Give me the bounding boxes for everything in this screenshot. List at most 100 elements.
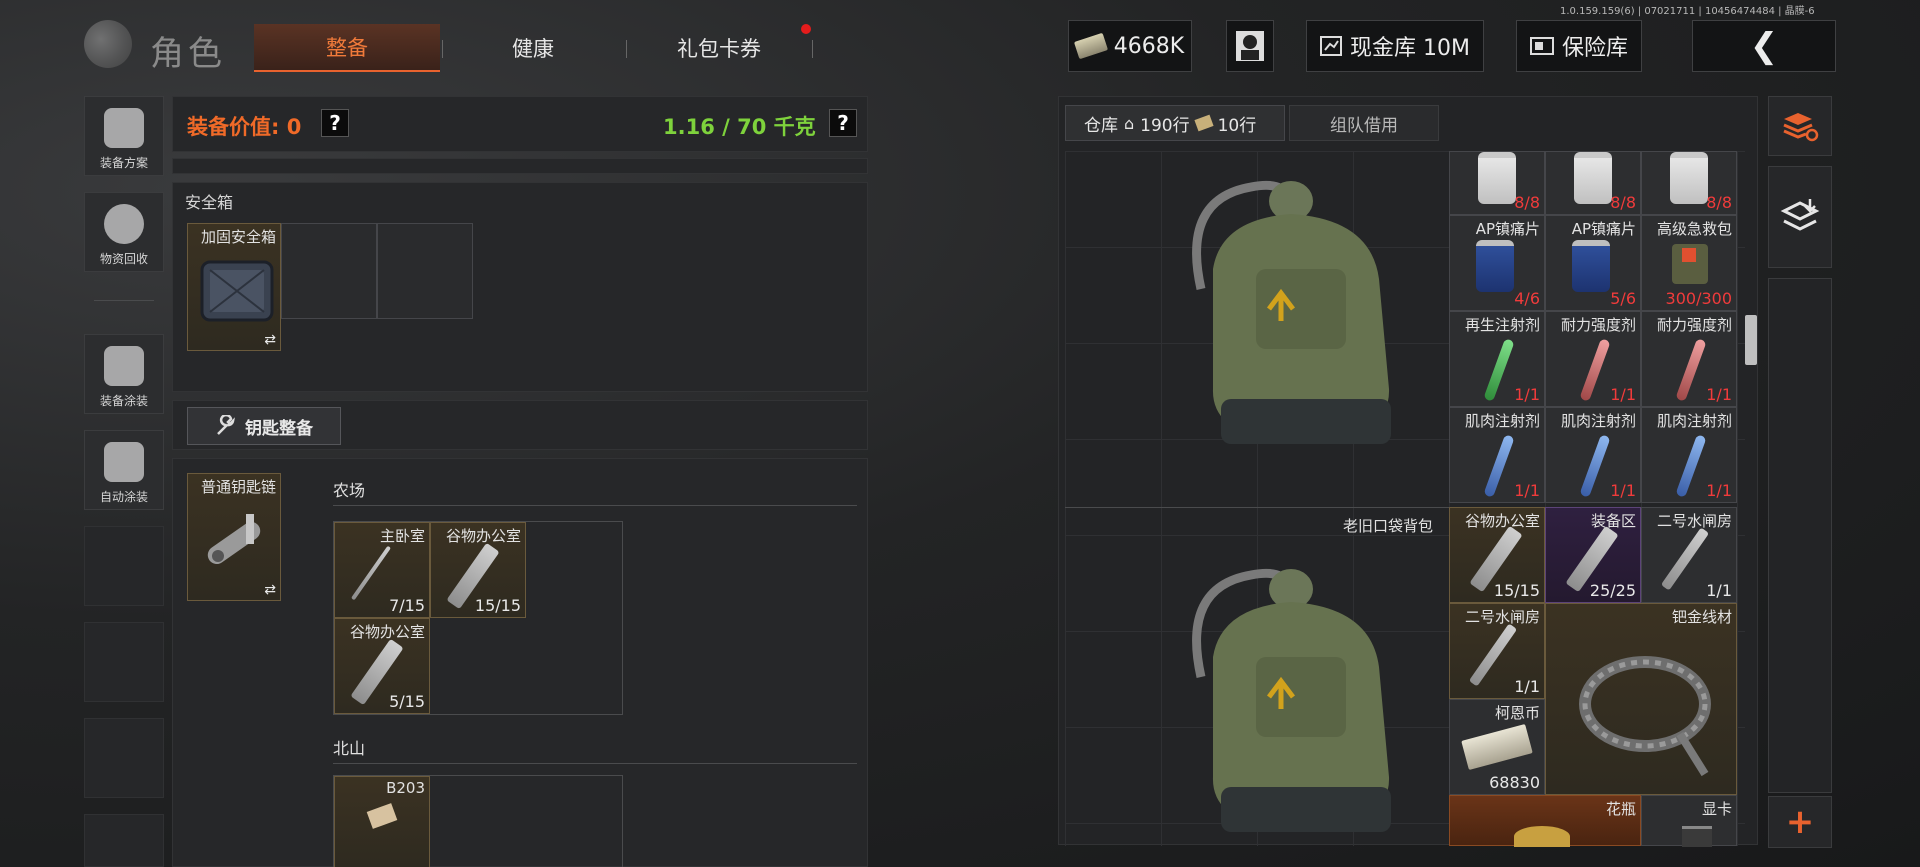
item-name: 二号水闸房 <box>1656 512 1732 530</box>
syringe-icon <box>1483 434 1515 498</box>
item-slot[interactable]: 8/8 <box>1449 151 1545 215</box>
value-help-button[interactable]: ? <box>321 109 349 137</box>
sidebar-item-auto-paint[interactable]: 自动涂装 <box>84 430 164 510</box>
tab-gift-coupons[interactable]: 礼包卡券 <box>626 24 812 72</box>
swap-icon[interactable]: ⇄ <box>264 332 276 348</box>
safe-vault-button[interactable]: 保险库 <box>1516 20 1642 72</box>
key-grid-farm: 主卧室 7/15 谷物办公室 15/15 谷物办公室 5/15 <box>333 521 623 715</box>
item-slot[interactable]: 肌肉注射剂 1/1 <box>1449 407 1545 503</box>
syringe-icon <box>1483 338 1515 402</box>
key-group-label: 农场 <box>333 481 366 500</box>
item-count: 1/1 <box>1610 385 1636 404</box>
back-button[interactable]: ❮ <box>1692 20 1836 72</box>
item-count: 1/1 <box>1514 385 1540 404</box>
key-icon <box>1468 623 1518 687</box>
item-count: 1/1 <box>1610 481 1636 500</box>
key-slot[interactable]: 谷物办公室 15/15 <box>430 522 526 618</box>
item-name: 显卡 <box>1701 800 1732 818</box>
key-group-divider <box>333 505 857 506</box>
tab-health[interactable]: 健康 <box>440 24 626 72</box>
tab-team-borrow[interactable]: 组队借用 <box>1289 105 1439 141</box>
tab-equipment[interactable]: 整备 <box>254 24 440 72</box>
item-slot[interactable]: 二号水闸房 1/1 <box>1641 507 1737 603</box>
safe-vault-label: 保险库 <box>1561 36 1628 61</box>
item-slot[interactable]: 柯恩币 68830 <box>1449 699 1545 795</box>
secure-case-empty-slot[interactable] <box>281 223 377 319</box>
item-name: AP镇痛片 <box>1475 220 1540 238</box>
key-equip-label: 钥匙整备 <box>245 418 313 439</box>
sort-button[interactable] <box>1768 96 1832 156</box>
item-slot[interactable]: 耐力强度剂 1/1 <box>1545 311 1641 407</box>
sidebar-item-paint[interactable]: 装备涂装 <box>84 334 164 414</box>
item-slot[interactable]: 钯金线材 <box>1545 603 1737 795</box>
recycle-face-icon <box>104 204 144 244</box>
item-slot[interactable]: 8/8 <box>1641 151 1737 215</box>
vault-icon <box>1320 36 1342 56</box>
secure-case-empty-slot[interactable] <box>377 223 473 319</box>
item-slot[interactable]: 谷物办公室 15/15 <box>1449 507 1545 603</box>
tool-column-spacer <box>1768 278 1832 793</box>
weight-help-button[interactable]: ? <box>829 109 857 137</box>
key-slot[interactable]: 谷物办公室 5/15 <box>334 618 430 714</box>
wire-coil-icon <box>1579 656 1711 777</box>
item-count: 15/15 <box>1493 581 1540 600</box>
item-slot[interactable]: 二号水闸房 1/1 <box>1449 603 1545 699</box>
agent-button[interactable] <box>1226 20 1274 72</box>
sidebar-empty-slot <box>84 718 164 798</box>
syringe-icon <box>1675 434 1707 498</box>
item-count: 1/1 <box>1706 385 1732 404</box>
item-slot[interactable]: 高级急救包 300/300 <box>1641 215 1737 311</box>
medicine-bottle-icon <box>1670 152 1708 204</box>
item-name: 谷物办公室 <box>1464 512 1540 530</box>
key-equip-button[interactable]: 钥匙整备 <box>187 407 341 445</box>
house-icon: ⌂ <box>1124 113 1135 133</box>
medicine-bottle-icon <box>1574 152 1612 204</box>
cash-stack-icon <box>1461 723 1533 771</box>
item-slot[interactable]: 再生注射剂 1/1 <box>1449 311 1545 407</box>
item-slot[interactable]: 肌肉注射剂 1/1 <box>1545 407 1641 503</box>
medkit-cross-icon <box>1682 248 1696 262</box>
item-slot[interactable]: 8/8 <box>1545 151 1641 215</box>
sidebar-item-loadout[interactable]: 装备方案 <box>84 96 164 176</box>
key-slot[interactable]: 主卧室 7/15 <box>334 522 430 618</box>
item-name: 装备区 <box>1590 512 1636 530</box>
item-slot[interactable]: 耐力强度剂 1/1 <box>1641 311 1737 407</box>
secure-case-slot[interactable]: 加固安全箱 ⇄ <box>187 223 281 351</box>
add-button[interactable]: + <box>1768 796 1832 848</box>
key-count: 5/15 <box>389 692 425 711</box>
vase-icon <box>1514 826 1570 847</box>
warehouse-scrollbar[interactable] <box>1745 315 1757 365</box>
page-title: 角色 <box>150 34 226 74</box>
import-button[interactable] <box>1768 166 1832 268</box>
stack-refresh-icon <box>1783 113 1819 142</box>
item-slot[interactable]: AP镇痛片 4/6 <box>1449 215 1545 311</box>
key-count: 7/15 <box>389 596 425 615</box>
secure-case-panel: 安全箱 加固安全箱 ⇄ <box>172 182 868 392</box>
section-divider <box>1065 507 1449 508</box>
keychain-slot[interactable]: 普通钥匙链 ⇄ <box>187 473 281 601</box>
sidebar-item-label: 装备方案 <box>99 156 148 170</box>
syringe-icon <box>1579 338 1611 402</box>
sidebar-item-recycle[interactable]: 物资回收 <box>84 192 164 272</box>
cash-icon <box>1073 32 1108 60</box>
key-group-divider <box>333 763 857 764</box>
item-slot[interactable]: 花瓶 <box>1449 795 1641 847</box>
item-slot[interactable]: 装备区 25/25 <box>1545 507 1641 603</box>
ticket-icon <box>1194 114 1214 132</box>
key-grid-north-hill: B203 <box>333 775 623 867</box>
swap-icon[interactable]: ⇄ <box>264 582 276 598</box>
pill-bottle-icon <box>1476 240 1514 292</box>
cash-vault-button[interactable]: 现金库 10M <box>1306 20 1484 72</box>
currency-display[interactable]: 4668K <box>1068 20 1192 72</box>
item-name: 肌肉注射剂 <box>1464 412 1540 430</box>
item-slot[interactable]: AP镇痛片 5/6 <box>1545 215 1641 311</box>
tab-divider <box>812 40 813 58</box>
item-name: 再生注射剂 <box>1464 316 1540 334</box>
item-slot[interactable]: 肌肉注射剂 1/1 <box>1641 407 1737 503</box>
medicine-bottle-icon <box>1478 152 1516 204</box>
item-count: 4/6 <box>1514 289 1540 308</box>
item-count: 25/25 <box>1589 581 1636 600</box>
key-slot[interactable]: B203 <box>334 776 430 867</box>
item-slot[interactable]: 显卡 <box>1641 795 1737 847</box>
tab-warehouse[interactable]: 仓库 ⌂ 190行 10行 <box>1065 105 1285 141</box>
